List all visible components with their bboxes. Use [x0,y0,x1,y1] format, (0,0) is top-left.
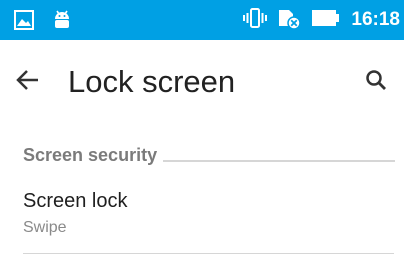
toolbar: Lock screen [0,40,404,122]
screen-lock-item[interactable]: Screen lock Swipe [0,180,404,254]
screen-lock-title: Screen lock [23,190,128,212]
status-bar-notifications [14,9,72,36]
lock-screen-settings: 16:18 Lock screen Screen security Screen… [0,0,404,256]
section-title: Screen security [23,145,158,165]
status-time: 16:18 [351,9,400,30]
section-header-screen-security: Screen security [23,144,395,166]
section-divider [163,160,395,162]
search-button[interactable] [354,62,398,102]
no-sim-icon [277,6,302,35]
search-icon [365,69,387,96]
image-notification-icon [14,10,34,35]
android-notification-icon [52,9,72,36]
status-bar: 16:18 [0,0,404,40]
screen-lock-summary: Swipe [23,219,67,236]
arrow-back-icon [16,69,40,96]
battery-icon [311,8,341,33]
back-button[interactable] [6,62,50,102]
vibrate-icon [243,7,268,34]
list-divider [23,253,394,254]
page-title: Lock screen [68,64,236,99]
status-bar-system: 16:18 [243,6,400,35]
